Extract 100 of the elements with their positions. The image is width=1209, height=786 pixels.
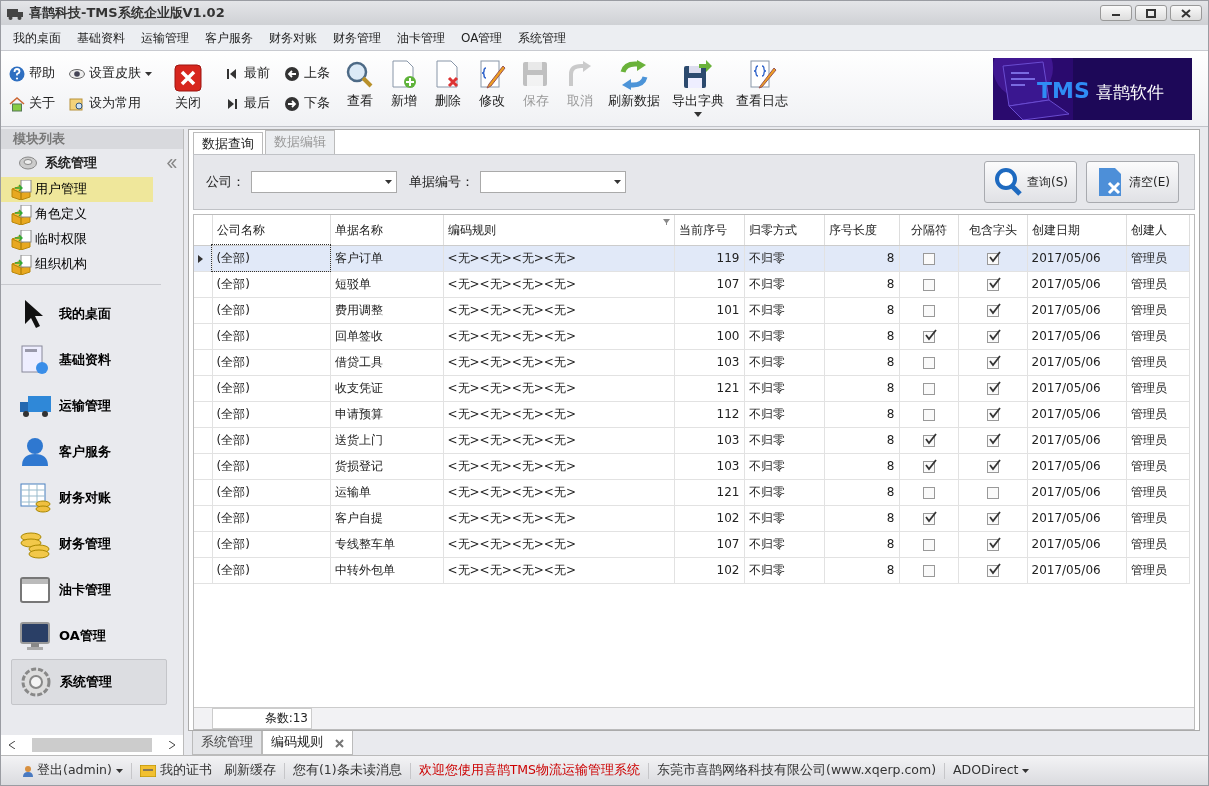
column-header[interactable]: 公司名称 [212, 215, 330, 245]
checkbox[interactable] [986, 304, 999, 317]
table-cell: <无><无><无><无> [443, 479, 674, 505]
column-header[interactable]: 创建日期 [1027, 215, 1126, 245]
checkbox[interactable] [922, 512, 935, 525]
toolbar-button[interactable]: 导出字典 [666, 59, 730, 118]
toolbar-button[interactable]: 上条 [282, 58, 332, 89]
table-cell: <无><无><无><无> [443, 245, 674, 271]
checkbox[interactable] [922, 252, 935, 265]
tab[interactable]: 数据查询 [193, 132, 263, 154]
checkbox[interactable] [922, 304, 935, 317]
checkbox[interactable] [986, 330, 999, 343]
menu-item[interactable]: 油卡管理 [389, 28, 453, 47]
sidebar-item[interactable]: 角色定义 [1, 202, 153, 227]
column-header[interactable]: 序号长度 [824, 215, 899, 245]
checkbox[interactable] [922, 460, 935, 473]
module-button[interactable]: 我的桌面 [11, 291, 167, 337]
table-cell: 8 [824, 505, 899, 531]
document-tab[interactable]: 系统管理 [192, 731, 262, 755]
checkbox[interactable] [986, 356, 999, 369]
close-button[interactable]: 关闭 [166, 64, 210, 113]
toolbar-button[interactable]: 设置皮肤 [67, 58, 154, 89]
menu-item[interactable]: 客户服务 [197, 28, 261, 47]
module-button[interactable]: 系统管理 [11, 659, 167, 705]
checkbox[interactable] [986, 460, 999, 473]
user-menu[interactable]: 登出(admin) [17, 761, 129, 780]
checkbox[interactable] [986, 408, 999, 421]
checkbox[interactable] [986, 538, 999, 551]
toolbar-button[interactable]: 最前 [222, 58, 272, 89]
column-header[interactable]: 归零方式 [744, 215, 824, 245]
checkbox[interactable] [986, 512, 999, 525]
table-cell: 2017/05/06 [1027, 245, 1126, 271]
toolbar-button[interactable]: 设为常用 [67, 88, 154, 119]
dropdown-field[interactable] [251, 171, 397, 193]
table-cell: (全部) [212, 505, 330, 531]
collapse-icon[interactable] [167, 158, 177, 168]
menu-item[interactable]: OA管理 [453, 28, 511, 47]
maximize-button[interactable] [1135, 5, 1167, 21]
checkbox[interactable] [922, 278, 935, 291]
checkbox[interactable] [922, 486, 935, 499]
checkbox[interactable] [922, 538, 935, 551]
window-title: 喜鹊科技-TMS系统企业版V1.02 [29, 4, 225, 23]
toolbar-button[interactable]: 删除 [426, 59, 470, 111]
document-tab[interactable]: 编码规则 [262, 731, 353, 755]
module-button[interactable]: 基础资料 [11, 337, 167, 383]
toolbar-button[interactable]: 修改 [470, 59, 514, 111]
module-button[interactable]: 财务对账 [11, 475, 167, 521]
scroll-left-icon [9, 741, 15, 749]
checkbox[interactable] [922, 330, 935, 343]
module-button[interactable]: OA管理 [11, 613, 167, 659]
checkbox[interactable] [986, 564, 999, 577]
minimize-button[interactable] [1100, 5, 1132, 21]
toolbar-button[interactable]: 刷新数据 [602, 59, 666, 111]
module-button[interactable]: 客户服务 [11, 429, 167, 475]
sidebar-item[interactable]: 临时权限 [1, 227, 153, 252]
toolbar-button[interactable]: 下条 [282, 88, 332, 119]
column-header[interactable]: 创建人 [1126, 215, 1189, 245]
toolbar-button[interactable]: 最后 [222, 88, 272, 119]
action-button[interactable]: 查询(S) [984, 161, 1078, 203]
toolbar-button[interactable]: 查看 [338, 59, 382, 111]
toolbar-button[interactable]: 关于 [7, 88, 57, 119]
table-cell: 8 [824, 245, 899, 271]
toolbar-button[interactable]: 帮助 [7, 58, 57, 89]
toolbar-button[interactable]: 新增 [382, 59, 426, 111]
status-dropdown[interactable]: ADODirect [947, 761, 1036, 780]
checkbox[interactable] [986, 434, 999, 447]
table-cell: 申请预算 [330, 401, 443, 427]
menu-item[interactable]: 财务管理 [325, 28, 389, 47]
module-button[interactable]: 运输管理 [11, 383, 167, 429]
module-button[interactable]: 财务管理 [11, 521, 167, 567]
status-item[interactable]: 我的证书 [133, 761, 218, 780]
menu-item[interactable]: 运输管理 [133, 28, 197, 47]
close-button[interactable] [1170, 5, 1202, 21]
checkbox[interactable] [922, 564, 935, 577]
checkbox[interactable] [922, 382, 935, 395]
table-cell: 2017/05/06 [1027, 349, 1126, 375]
checkbox[interactable] [922, 408, 935, 421]
toolbar-button[interactable]: 查看日志 [730, 59, 794, 111]
sidebar-item[interactable]: 用户管理 [1, 177, 153, 202]
column-header[interactable]: 分隔符 [899, 215, 958, 245]
action-button[interactable]: 清空(E) [1086, 161, 1179, 203]
scrollbar[interactable] [1, 735, 183, 755]
checkbox[interactable] [986, 278, 999, 291]
menu-item[interactable]: 财务对账 [261, 28, 325, 47]
column-header[interactable]: 当前序号 [674, 215, 744, 245]
column-header[interactable]: 单据名称 [330, 215, 443, 245]
scroll-thumb[interactable] [32, 738, 152, 752]
menu-item[interactable]: 基础资料 [69, 28, 133, 47]
checkbox[interactable] [922, 434, 935, 447]
checkbox[interactable] [922, 356, 935, 369]
column-header[interactable]: 包含字头 [958, 215, 1027, 245]
dropdown-field[interactable] [480, 171, 626, 193]
sidebar-item[interactable]: 组织机构 [1, 252, 153, 277]
checkbox[interactable] [986, 486, 999, 499]
menu-item[interactable]: 我的桌面 [5, 28, 69, 47]
checkbox[interactable] [986, 382, 999, 395]
checkbox[interactable] [986, 252, 999, 265]
column-header[interactable]: 编码规则 [443, 215, 674, 245]
menu-item[interactable]: 系统管理 [510, 28, 575, 47]
module-button[interactable]: 油卡管理 [11, 567, 167, 613]
